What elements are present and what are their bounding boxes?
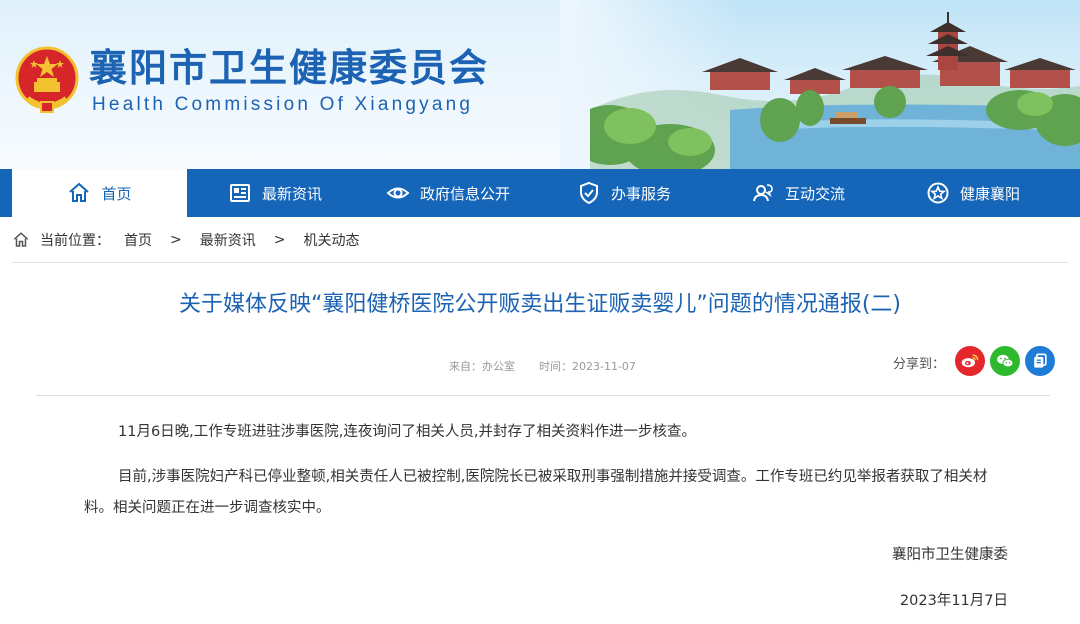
breadcrumb-separator: > [170, 232, 182, 248]
article-meta: 来自：办公室 时间：2023-11-07 [449, 358, 636, 374]
star-badge-icon [926, 181, 950, 205]
share-qzone-button[interactable] [1025, 346, 1055, 376]
ancient-city-scenery-image [590, 12, 1080, 169]
share-weibo-button[interactable] [955, 346, 985, 376]
breadcrumb-link-news[interactable]: 最新资讯 [200, 230, 256, 250]
breadcrumb-link-agency-news[interactable]: 机关动态 [303, 230, 359, 250]
divider [36, 395, 1050, 396]
nav-item-label: 互动交流 [785, 184, 846, 203]
nav-item-interaction[interactable]: 互动交流 [751, 169, 845, 217]
nav-item-label: 健康襄阳 [960, 184, 1021, 203]
site-subtitle: Health Commission Of Xiangyang [92, 94, 474, 115]
article-title: 关于媒体反映“襄阳健桥医院公开贩卖出生证贩卖婴儿”问题的情况通报(二) [179, 292, 901, 317]
copy-link-icon [1034, 353, 1047, 368]
news-icon [228, 181, 252, 205]
article-date: 2023年11月7日 [899, 593, 1008, 609]
nav-item-gov-info[interactable]: 政府信息公开 [386, 169, 510, 217]
nav-item-news[interactable]: 最新资讯 [228, 169, 322, 217]
article-paragraph: 目前,涉事医院妇产科已停业整顿,相关责任人已被控制,医院院长已被采取刑事强制措施… [84, 469, 988, 516]
wechat-icon [997, 354, 1014, 368]
nav-item-healthy-xiangyang[interactable]: 健康襄阳 [926, 169, 1020, 217]
breadcrumb: 当前位置： 首页 > 最新资讯 > 机关动态 [12, 228, 359, 252]
site-title: 襄阳市卫生健康委员会 [89, 46, 490, 90]
nav-item-label: 办事服务 [611, 184, 672, 203]
chat-icon [751, 181, 775, 205]
nav-item-label: 首页 [101, 184, 132, 203]
article-signature: 襄阳市卫生健康委 [892, 547, 1008, 563]
share-label: 分享到： [893, 357, 946, 372]
eye-icon [386, 181, 410, 205]
nav-item-label: 政府信息公开 [420, 184, 511, 203]
home-icon [67, 181, 91, 205]
article-time: 时间：2023-11-07 [539, 360, 636, 373]
home-icon [13, 232, 29, 247]
share-wechat-button[interactable] [990, 346, 1020, 376]
divider [12, 262, 1068, 263]
article-paragraph: 11月6日晚,工作专班进驻涉事医院,连夜询问了相关人员,并封存了相关资料作进一步… [118, 424, 696, 440]
national-emblem-logo [15, 46, 79, 113]
breadcrumb-link-home[interactable]: 首页 [124, 230, 152, 250]
nav-item-services[interactable]: 办事服务 [577, 169, 671, 217]
shield-icon [577, 181, 601, 205]
nav-item-home[interactable]: 首页 [12, 169, 187, 217]
weibo-icon [961, 354, 979, 368]
breadcrumb-prefix: 当前位置： [40, 233, 110, 249]
nav-item-label: 最新资讯 [262, 184, 323, 203]
header-banner: 襄阳市卫生健康委员会 Health Commission Of Xiangyan… [0, 0, 1080, 169]
article-source: 来自：办公室 [449, 360, 515, 373]
main-nav: 首页 最新资讯 政府信息公开 办事服务 互动交流 健康襄阳 [0, 169, 1080, 217]
breadcrumb-separator: > [273, 232, 286, 248]
